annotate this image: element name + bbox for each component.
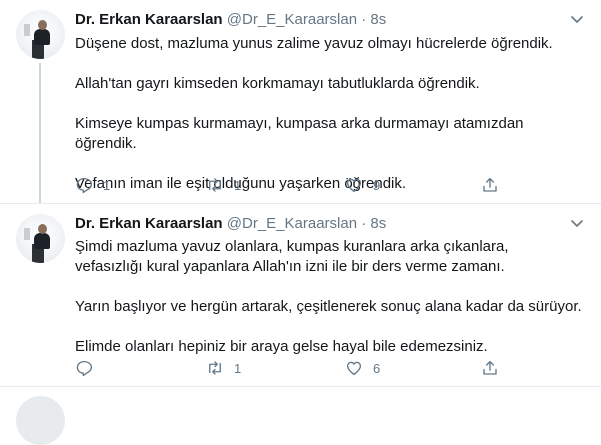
tweet-divider (0, 386, 601, 387)
separator: · (361, 11, 367, 28)
tweet-2[interactable]: Dr. Erkan Karaarslan @Dr_E_Karaarslan · … (0, 204, 601, 384)
avatar[interactable] (16, 396, 65, 445)
tweet-actions: 1 6 (75, 359, 505, 377)
share-button[interactable] (481, 359, 499, 377)
tweet-paragraph: Elimde olanları hepiniz bir araya gelse … (75, 338, 488, 355)
retweet-icon (209, 361, 221, 375)
timestamp[interactable]: 8s (370, 215, 386, 232)
retweet-count: 1 (234, 177, 242, 193)
share-icon (483, 177, 497, 192)
tweet-text: Şimdi mazluma yavuz olanlara, kumpas kur… (75, 237, 585, 357)
tweet-paragraph: Kimseye kumpas kurmamayı, kumpasa arka d… (75, 115, 524, 152)
retweet-count: 1 (234, 360, 242, 376)
thread-line (39, 63, 41, 203)
retweet-button[interactable]: 1 (206, 359, 241, 377)
reply-button[interactable]: 1 (75, 176, 110, 194)
like-icon (346, 178, 362, 193)
like-count: 9 (373, 177, 381, 193)
avatar[interactable] (16, 214, 65, 263)
tweet-paragraph: Düşene dost, mazluma yunus zalime yavuz … (75, 35, 553, 52)
timestamp[interactable]: 8s (370, 11, 386, 28)
tweet-paragraph: Allah'tan gayrı kimseden korkmamayı tabu… (75, 75, 480, 92)
like-icon (346, 361, 362, 376)
share-icon (483, 360, 497, 375)
tweet-1[interactable]: Dr. Erkan Karaarslan @Dr_E_Karaarslan · … (0, 0, 601, 203)
reply-button[interactable] (75, 359, 103, 377)
chevron-down-icon[interactable] (571, 16, 583, 24)
like-button[interactable]: 9 (345, 176, 380, 194)
share-button[interactable] (481, 176, 499, 194)
tweet-paragraph: Şimdi mazluma yavuz olanlara, kumpas kur… (75, 238, 509, 275)
tweet-paragraph: Yarın başlıyor ve hergün artarak, çeşitl… (75, 298, 582, 315)
reply-icon (76, 360, 93, 377)
tweet-actions: 1 1 9 (75, 176, 505, 194)
chevron-down-icon[interactable] (571, 220, 583, 228)
like-button[interactable]: 6 (345, 359, 380, 377)
avatar[interactable] (16, 10, 65, 59)
like-count: 6 (373, 360, 381, 376)
author-name[interactable]: Dr. Erkan Karaarslan (75, 11, 223, 28)
author-name[interactable]: Dr. Erkan Karaarslan (75, 215, 223, 232)
tweet-text: Düşene dost, mazluma yunus zalime yavuz … (75, 34, 585, 194)
separator: · (361, 215, 367, 232)
retweet-button[interactable]: 1 (206, 176, 241, 194)
tweet-header: Dr. Erkan Karaarslan @Dr_E_Karaarslan · … (75, 215, 386, 233)
author-handle[interactable]: @Dr_E_Karaarslan (227, 11, 357, 28)
tweet-header: Dr. Erkan Karaarslan @Dr_E_Karaarslan · … (75, 11, 386, 29)
author-handle[interactable]: @Dr_E_Karaarslan (227, 215, 357, 232)
reply-count: 1 (103, 177, 111, 193)
reply-icon (76, 177, 93, 194)
retweet-icon (209, 178, 221, 192)
